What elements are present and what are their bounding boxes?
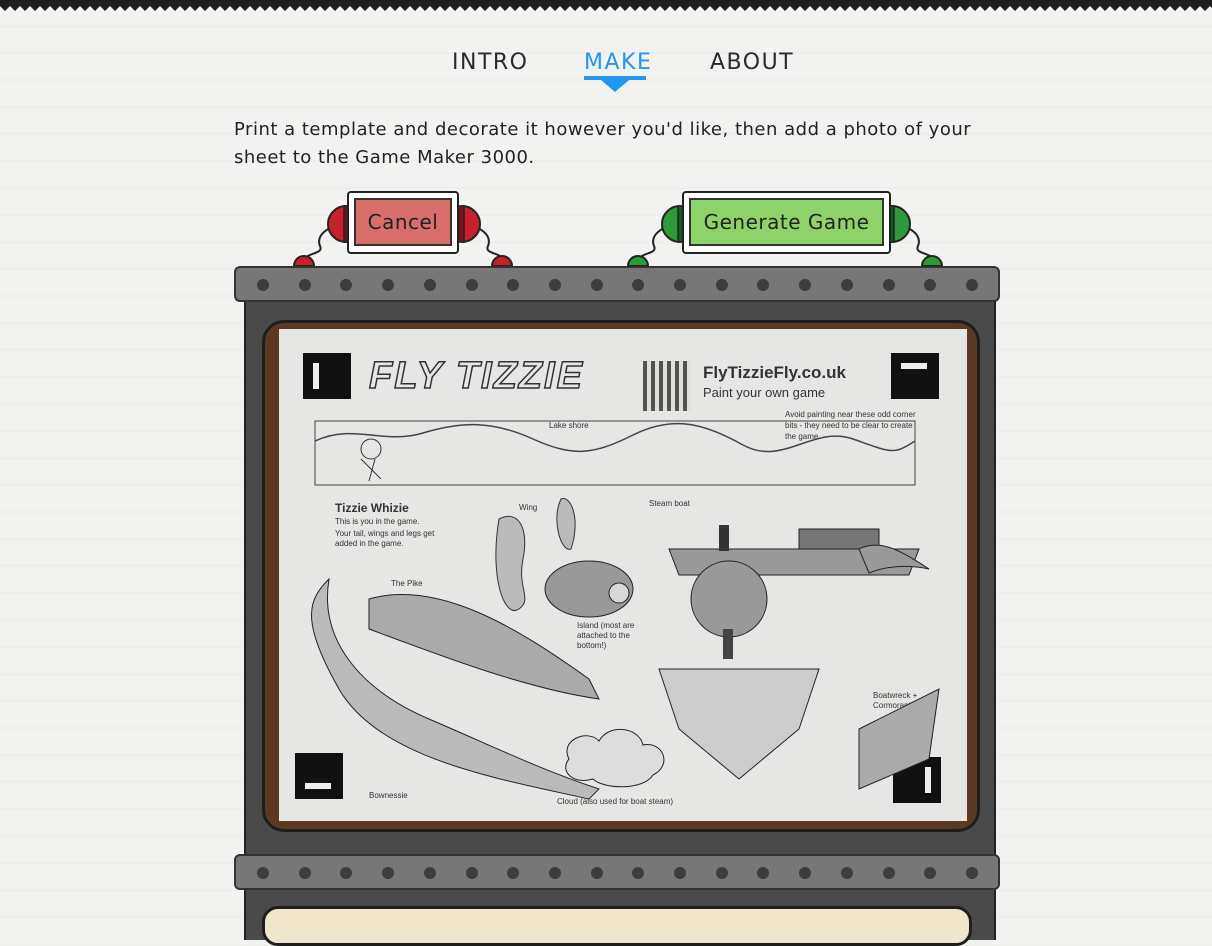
label-lake-shore: Lake shore (549, 421, 589, 430)
rail-rivet (423, 867, 436, 879)
template-sheet-photo: FLY TIZZIE FlyTizzieFly.co.uk Paint your… (279, 329, 967, 821)
nav-intro[interactable]: INTRO (452, 50, 529, 75)
rail-rivet (548, 867, 561, 879)
rail-rivet (298, 867, 311, 879)
corner-marker (303, 353, 351, 399)
corner-marker (891, 353, 939, 399)
rail-rivet (840, 867, 853, 879)
machine-rail-top (234, 266, 1000, 302)
rail-rivet (715, 867, 728, 879)
qr-code-icon (643, 361, 691, 411)
rail-rivet (840, 279, 853, 291)
generate-game-button[interactable]: Generate Game (689, 198, 884, 246)
rail-rivet (465, 279, 478, 291)
rail-rivet (632, 279, 645, 291)
rail-rivet (882, 867, 895, 879)
rail-rivet (298, 279, 311, 291)
rail-rivet (965, 279, 978, 291)
rail-rivet (965, 867, 978, 879)
rail-rivet (924, 867, 937, 879)
rail-rivet (257, 279, 269, 291)
rail-rivet (590, 867, 603, 879)
rail-rivet (340, 867, 353, 879)
rail-rivet (382, 279, 395, 291)
rail-rivet (715, 279, 728, 291)
template-sketches (311, 498, 940, 800)
active-tab-caret (601, 80, 629, 92)
rail-rivet (674, 279, 686, 291)
nav-about[interactable]: ABOUT (710, 50, 794, 75)
template-tagline: Paint your own game (703, 385, 826, 400)
rail-rivet (757, 867, 770, 879)
rail-rivet (257, 867, 269, 879)
rail-rivet (423, 279, 436, 291)
rail-rivet (507, 867, 520, 879)
rail-rivet (674, 867, 686, 879)
rail-rivet (382, 867, 395, 879)
rail-rivet (799, 279, 812, 291)
rail-rivet (924, 279, 937, 291)
nav-make[interactable]: MAKE (584, 50, 652, 75)
rail-rivet (465, 867, 478, 879)
photo-preview-screen: FLY TIZZIE FlyTizzieFly.co.uk Paint your… (262, 320, 980, 832)
rail-rivet (632, 867, 645, 879)
machine-rail-bottom (234, 854, 1000, 890)
instructions-text: Print a template and decorate it however… (234, 119, 972, 168)
rail-rivet (757, 279, 770, 291)
rail-rivet (340, 279, 353, 291)
rail-rivet (507, 279, 520, 291)
rail-rivet (799, 867, 812, 879)
zigzag-border (0, 0, 1212, 11)
lake-shore-drawing (314, 420, 916, 486)
rail-rivet (590, 279, 603, 291)
main-nav: INTRO MAKE ABOUT (0, 44, 1212, 104)
cancel-button[interactable]: Cancel (354, 198, 452, 246)
lower-panel (262, 906, 972, 946)
rail-rivet (882, 279, 895, 291)
rail-rivet (548, 279, 561, 291)
template-site: FlyTizzieFly.co.uk (703, 363, 846, 382)
template-title: FLY TIZZIE (368, 354, 584, 398)
